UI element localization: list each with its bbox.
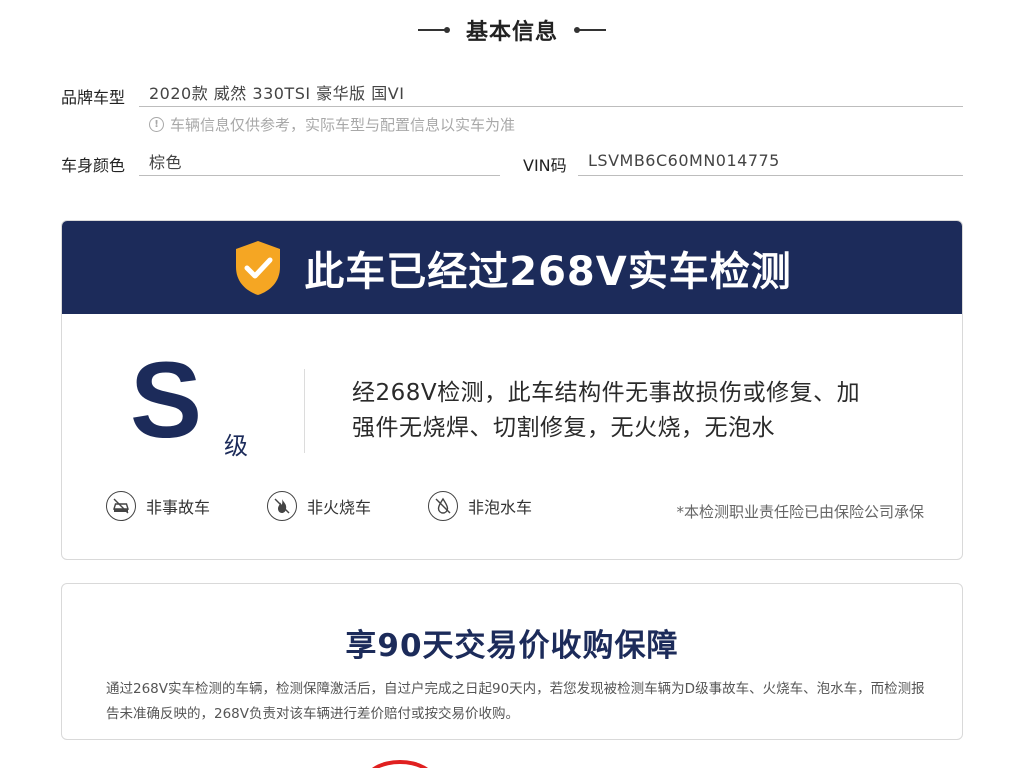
inspection-headline: 此车已经过268V实车检测 bbox=[304, 248, 792, 295]
info-icon: ! bbox=[149, 117, 164, 132]
insurance-note: *本检测职业责任险已由保险公司承保 bbox=[676, 503, 924, 521]
color-field[interactable]: 棕色 bbox=[139, 146, 500, 176]
grade-description: 经268V检测，此车结构件无事故损伤或修复、加 强件无烧焊、切割修复，无火烧，无… bbox=[352, 376, 912, 446]
brand-field[interactable]: 2020款 威然 330TSI 豪华版 国VI bbox=[139, 77, 963, 107]
no-flood-icon bbox=[428, 491, 458, 521]
guarantee-body: 通过268V实车检测的车辆，检测保障激活后，自过户完成之日起90天内，若您发现被… bbox=[106, 681, 925, 722]
page: 基本信息 品牌车型 2020款 威然 330TSI 豪华版 国VI ! 车辆信息… bbox=[0, 0, 1024, 768]
inspection-card: 此车已经过268V实车检测 S 级 经268V检测，此车结构件无事故损伤或修复、… bbox=[61, 220, 963, 560]
grade-suffix: 级 bbox=[224, 432, 248, 460]
guarantee-card: 享90天交易价收购保障 通过268V实车检测的车辆，检测保障激活后，自过户完成之… bbox=[61, 583, 963, 740]
title-decoration-right bbox=[574, 27, 606, 33]
vin-field[interactable]: LSVMB6C60MN014775 bbox=[578, 146, 963, 176]
no-fire-icon bbox=[267, 491, 297, 521]
feature-no-flood: 非泡水车 bbox=[428, 491, 532, 521]
feature-no-fire: 非火烧车 bbox=[267, 491, 371, 521]
grade-description-line: 经268V检测，此车结构件无事故损伤或修复、加 bbox=[352, 380, 861, 406]
feature-label: 非火烧车 bbox=[307, 498, 372, 517]
grade-divider bbox=[304, 369, 305, 453]
feature-no-accident: 非事故车 bbox=[106, 491, 210, 521]
shield-check-icon bbox=[236, 240, 281, 295]
vin-label: VIN码 bbox=[523, 156, 567, 175]
title-decoration-left bbox=[417, 27, 450, 33]
grade-description-line: 强件无烧焊、切割修复，无火烧，无泡水 bbox=[352, 415, 775, 441]
feature-label: 非事故车 bbox=[146, 498, 211, 517]
no-accident-icon bbox=[106, 491, 136, 521]
feature-label: 非泡水车 bbox=[468, 498, 533, 517]
color-label: 车身颜色 bbox=[61, 156, 126, 175]
hint-text: 车辆信息仅供参考，实际车型与配置信息以实车为准 bbox=[170, 116, 516, 134]
section-header: 基本信息 bbox=[0, 14, 1024, 46]
grade-letter: S bbox=[130, 339, 203, 460]
guarantee-title: 享90天交易价收购保障 bbox=[345, 628, 679, 664]
vehicle-info-hint: ! 车辆信息仅供参考，实际车型与配置信息以实车为准 bbox=[149, 114, 515, 135]
section-title: 基本信息 bbox=[465, 20, 558, 45]
bottom-badge-partial bbox=[365, 760, 435, 768]
inspection-header: 此车已经过268V实车检测 bbox=[62, 221, 962, 314]
brand-label: 品牌车型 bbox=[61, 88, 126, 107]
